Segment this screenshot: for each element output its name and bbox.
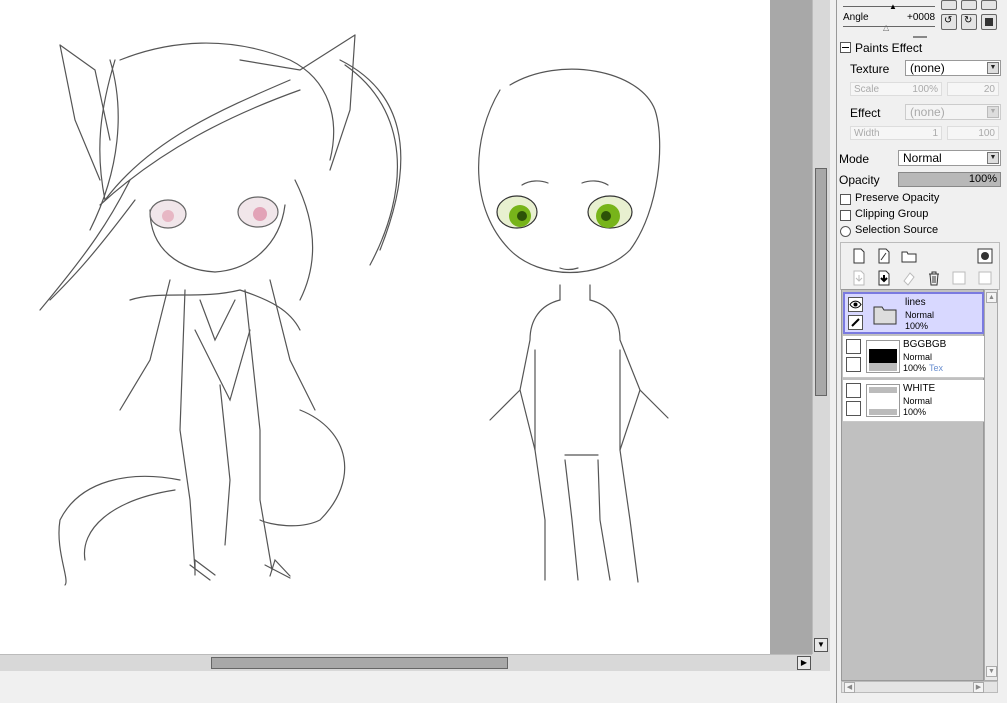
scroll-down-arrow-icon[interactable]: ▼: [986, 666, 997, 677]
layer-opacity: 100%: [903, 407, 927, 417]
texture-label: Texture: [850, 62, 890, 76]
layer-mask-icon[interactable]: [976, 247, 994, 265]
layer-opacity: 100%: [903, 363, 927, 373]
texture-indicator: Tex: [929, 363, 944, 373]
transfer-down-icon[interactable]: [850, 269, 868, 287]
effect-dropdown: (none) ▼: [905, 104, 1001, 120]
canvas-horizontal-scrollbar[interactable]: ▶: [0, 654, 812, 672]
layer-mode: Normal: [903, 352, 933, 362]
layer-mode: Normal: [905, 310, 935, 320]
paints-effect-title: Paints Effect: [855, 41, 923, 55]
layer-list-scrollbar[interactable]: ▲ ▼: [984, 289, 998, 681]
new-linework-layer-icon[interactable]: [875, 247, 893, 265]
mode-value: Normal: [903, 151, 942, 165]
zoom-button-3[interactable]: [981, 0, 997, 10]
selection-source-radio[interactable]: [840, 226, 851, 237]
reset-view-icon[interactable]: [981, 14, 997, 30]
texture-dropdown[interactable]: (none) ▼: [905, 60, 1001, 76]
scale-value: 100%: [912, 84, 938, 95]
canvas-area[interactable]: [0, 0, 812, 654]
opacity-value: 100%: [968, 173, 997, 185]
collapse-icon[interactable]: [840, 42, 851, 53]
scroll-down-arrow-icon[interactable]: ▼: [814, 638, 828, 652]
vertical-scroll-thumb[interactable]: [815, 168, 827, 396]
scale-field: Scale 100%: [850, 82, 942, 96]
clipping-group-label: Clipping Group: [855, 208, 929, 220]
angle-value: +0008: [907, 12, 936, 23]
visibility-toggle[interactable]: [846, 339, 861, 354]
clear-layer-icon[interactable]: [900, 269, 918, 287]
width-value: 1: [932, 128, 938, 139]
lock-toggle[interactable]: [846, 401, 861, 416]
preserve-opacity-label: Preserve Opacity: [855, 192, 940, 204]
effect-value: (none): [910, 105, 945, 119]
scale-label: Scale: [854, 84, 880, 95]
scroll-left-arrow-icon[interactable]: ◀: [844, 682, 855, 693]
canvas-vertical-scrollbar[interactable]: ▼: [812, 0, 830, 654]
angle-label: Angle: [843, 12, 869, 23]
new-layer-icon[interactable]: [850, 247, 868, 265]
mode-label: Mode: [839, 152, 870, 166]
status-strip: [0, 671, 836, 703]
layer-thumbnail: [866, 340, 900, 373]
scroll-right-arrow-icon[interactable]: ▶: [797, 656, 811, 670]
layer-item-lines[interactable]: lines Normal 100%: [843, 292, 984, 334]
artwork: [39, 34, 669, 586]
flatten-icon[interactable]: [976, 269, 994, 287]
layer-mode: Normal: [903, 396, 933, 406]
selection-source-label: Selection Source: [855, 224, 939, 236]
chevron-down-icon: ▼: [987, 62, 999, 74]
blend-mode-dropdown[interactable]: Normal ▼: [898, 150, 1001, 166]
width-number: 100: [947, 126, 999, 140]
layer-item-white[interactable]: WHITE Normal 100%: [843, 380, 984, 422]
scroll-corner: [812, 654, 830, 671]
merge-down-icon[interactable]: [875, 269, 893, 287]
texture-value: (none): [910, 61, 945, 75]
layer-thumbnail: [866, 384, 900, 417]
angle-slider-handle-icon[interactable]: △: [883, 23, 889, 32]
layer-list[interactable]: lines Normal 100% BGGBGB Normal 100% Tex …: [841, 289, 984, 681]
scroll-up-arrow-icon[interactable]: ▲: [986, 292, 997, 303]
layer-item-bggbgb[interactable]: BGGBGB Normal 100% Tex: [843, 336, 984, 378]
folder-icon: [868, 298, 902, 331]
zoom-button-2[interactable]: [961, 0, 977, 10]
chevron-down-icon: ▼: [987, 106, 999, 118]
clipping-group-checkbox[interactable]: [840, 210, 851, 221]
panel-splitter[interactable]: [913, 36, 927, 38]
layer-list-horizontal-scrollbar[interactable]: ◀ ▶: [841, 681, 998, 693]
layer-name: lines: [905, 297, 926, 308]
brush-icon[interactable]: [848, 315, 863, 330]
horizontal-scroll-thumb[interactable]: [211, 657, 508, 669]
new-folder-icon[interactable]: [900, 247, 918, 265]
lock-toggle[interactable]: [846, 357, 861, 372]
drawing-canvas[interactable]: [0, 0, 770, 654]
width-field: Width 1: [850, 126, 942, 140]
rotate-left-icon[interactable]: ↺: [941, 14, 957, 30]
layer-opacity-line: 100% Tex: [903, 363, 943, 373]
layer-name: BGGBGB: [903, 339, 947, 350]
merge-visible-icon[interactable]: [950, 269, 968, 287]
visibility-toggle[interactable]: [846, 383, 861, 398]
trash-icon[interactable]: [925, 269, 943, 287]
layer-opacity: 100%: [905, 321, 929, 331]
opacity-slider[interactable]: 100%: [898, 172, 1001, 187]
layer-name: WHITE: [903, 383, 936, 394]
zoom-button-1[interactable]: [941, 0, 957, 10]
preserve-opacity-checkbox[interactable]: [840, 194, 851, 205]
zoom-slider-handle-icon[interactable]: ▲: [889, 2, 897, 11]
width-label: Width: [854, 128, 880, 139]
opacity-label: Opacity: [839, 173, 880, 187]
tool-settings-panel: ▲ Angle +0008 △ ↺ ↻ Paints Effect Textur…: [836, 0, 1007, 703]
layer-toolbar: [840, 242, 1000, 290]
chevron-down-icon: ▼: [987, 152, 999, 164]
eye-icon[interactable]: [848, 297, 863, 312]
rotate-right-icon[interactable]: ↻: [961, 14, 977, 30]
scale-number: 20: [947, 82, 999, 96]
scroll-right-arrow-icon[interactable]: ▶: [973, 682, 984, 693]
effect-label: Effect: [850, 106, 881, 120]
